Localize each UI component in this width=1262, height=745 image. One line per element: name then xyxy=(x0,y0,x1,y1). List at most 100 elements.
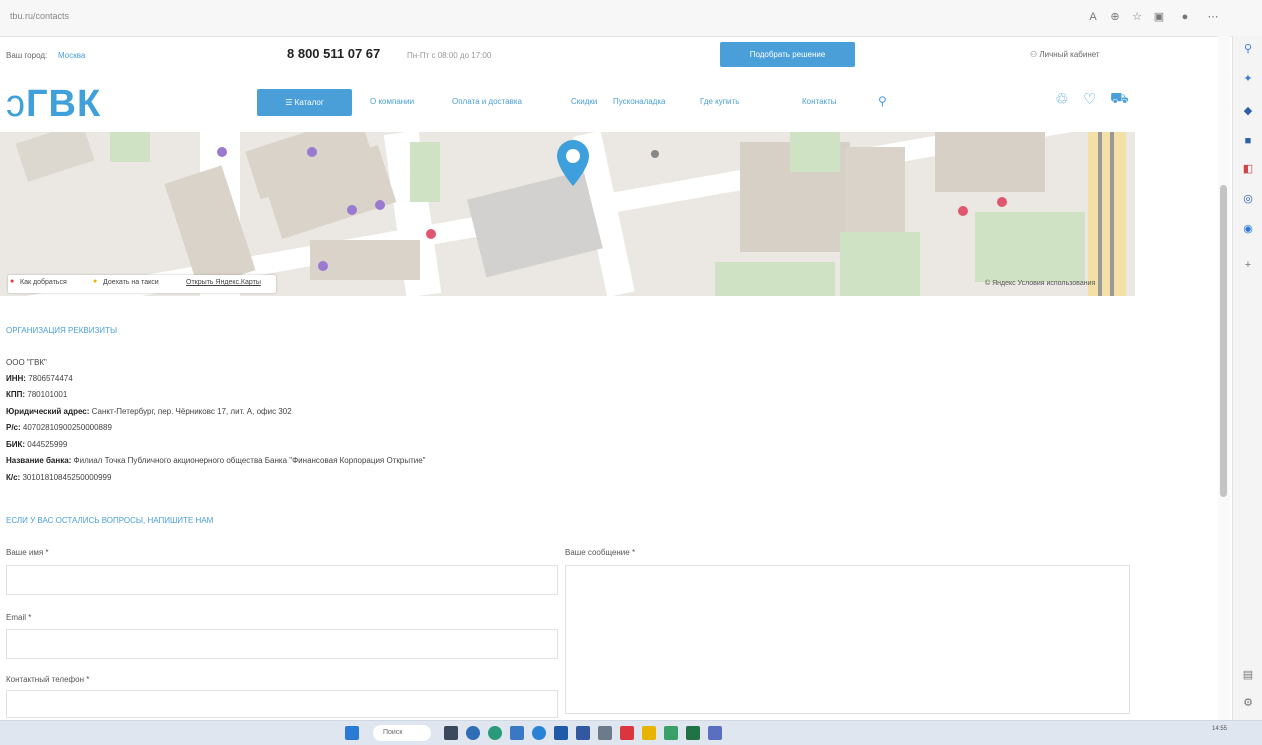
requisite-line: ООО "ГВК" xyxy=(6,358,47,367)
site-logo[interactable]: ↄГВК xyxy=(6,84,101,124)
start-icon[interactable] xyxy=(345,726,359,740)
requisite-value: 780101001 xyxy=(27,390,68,399)
nav-payment-delivery[interactable]: Оплата и доставка xyxy=(452,97,522,106)
sidebar-layout-icon[interactable]: ▤ xyxy=(1241,668,1255,682)
add-icon[interactable]: + xyxy=(1241,258,1255,272)
office-icon[interactable]: ◎ xyxy=(1241,192,1255,206)
store-icon[interactable] xyxy=(554,726,568,740)
star-icon[interactable]: ☆ xyxy=(1130,10,1144,24)
requisite-label: ИНН: xyxy=(6,374,29,383)
phone-label: Контактный телефон * xyxy=(6,675,90,684)
city-label: Ваш город: xyxy=(6,51,48,60)
translate-icon[interactable]: A xyxy=(1086,10,1100,24)
requisite-line: Р/с: 40702810900250000889 xyxy=(6,423,112,432)
requisite-value: Филиал Точка Публичного акционерного общ… xyxy=(73,456,426,465)
message-label: Ваше сообщение * xyxy=(565,548,636,557)
menu-lines-icon: ☰ xyxy=(285,98,295,107)
form-title: ЕСЛИ У ВАС ОСТАЛИСЬ ВОПРОСЫ, НАПИШИТЕ НА… xyxy=(6,516,214,525)
requisite-label: БИК: xyxy=(6,440,28,449)
collections-icon[interactable]: ▣ xyxy=(1152,10,1166,24)
requisite-line: К/с: 30101810845250000999 xyxy=(6,473,111,482)
phone-number[interactable]: 8 800 511 07 67 xyxy=(287,46,380,61)
app2-icon[interactable] xyxy=(664,726,678,740)
city-selector[interactable]: Москва xyxy=(58,51,85,60)
nav-about[interactable]: О компании xyxy=(370,97,414,106)
logo-text: ГВК xyxy=(26,83,102,125)
requisite-line: КПП: 780101001 xyxy=(6,390,67,399)
tools-icon[interactable]: ■ xyxy=(1241,134,1255,148)
search-icon[interactable]: ⚲ xyxy=(1241,42,1255,56)
favorites-icon[interactable]: ♡ xyxy=(1083,90,1096,108)
chat-icon[interactable] xyxy=(466,726,480,740)
requisite-value: 7806574474 xyxy=(28,374,73,383)
logo-mark-icon: ↄ xyxy=(6,83,26,125)
map-controls: ● Как добраться ● Доехать на такси Откры… xyxy=(8,275,276,293)
browser-sidebar: ⚲ ✦ ◆ ■ ◧ ◎ ◉ + ▤ ⚙ xyxy=(1232,36,1262,720)
open-maps-link[interactable]: Открыть Яндекс.Карты xyxy=(186,279,261,286)
menu-icon[interactable]: ⋯ xyxy=(1206,10,1220,24)
email-label: Email * xyxy=(6,613,32,622)
settings-icon[interactable]: ⚙ xyxy=(1241,696,1255,710)
excel-icon[interactable] xyxy=(686,726,700,740)
requisite-label: Название банка: xyxy=(6,456,74,465)
phone-field[interactable] xyxy=(6,690,558,718)
route-pin-icon: ● xyxy=(10,278,15,285)
requisite-line: Название банка: Филиал Точка Публичного … xyxy=(6,456,425,465)
shopping-icon[interactable]: ◆ xyxy=(1241,104,1255,118)
route-button[interactable]: Как добраться xyxy=(20,279,67,286)
requisite-value: 044525999 xyxy=(27,440,68,449)
requisite-line: Юридический адрес: Санкт-Петербург, пер.… xyxy=(6,407,292,416)
cart-icon[interactable]: ⛟ xyxy=(1110,90,1129,109)
requisite-label: КПП: xyxy=(6,390,28,399)
requisite-label: К/с: xyxy=(6,473,23,482)
requisite-label: Юридический адрес: xyxy=(6,407,92,416)
scrollbar-thumb[interactable] xyxy=(1220,185,1227,497)
cabinet-label: Личный кабинет xyxy=(1039,50,1100,59)
file-icon[interactable] xyxy=(598,726,612,740)
name-label: Ваше имя * xyxy=(6,548,49,557)
word-icon[interactable] xyxy=(576,726,590,740)
name-field[interactable] xyxy=(6,565,558,595)
taxi-icon: ● xyxy=(93,278,98,285)
sparkle-icon[interactable]: ✦ xyxy=(1241,72,1255,86)
nav-discounts[interactable]: Скидки xyxy=(571,97,597,106)
compare-icon[interactable]: ♲ xyxy=(1055,90,1068,108)
message-textarea[interactable] xyxy=(565,565,1130,714)
nav-contacts[interactable]: Контакты xyxy=(802,97,837,106)
nav-commissioning[interactable]: Пусконаладка xyxy=(613,97,665,106)
requisite-value: 30101810845250000999 xyxy=(22,473,112,482)
outlook-icon[interactable]: ◉ xyxy=(1241,222,1255,236)
taskbar-search[interactable]: Поиск xyxy=(373,725,431,741)
url-field[interactable]: tbu.ru/contacts xyxy=(10,11,69,21)
taskbar-clock[interactable]: 14:55 xyxy=(1212,726,1227,732)
edge-icon[interactable] xyxy=(488,726,502,740)
requisite-line: ИНН: 7806574474 xyxy=(6,374,73,383)
profile-icon[interactable]: ● xyxy=(1178,10,1192,24)
yandex-icon[interactable] xyxy=(620,726,634,740)
work-hours: Пн-Пт с 08:00 до 17:00 xyxy=(407,51,492,60)
browser-icon[interactable] xyxy=(532,726,546,740)
search-icon[interactable]: ⚲ xyxy=(878,94,887,108)
catalog-button[interactable]: ☰ Каталог xyxy=(257,89,352,116)
taxi-button[interactable]: Доехать на такси xyxy=(103,279,159,286)
personal-cabinet-link[interactable]: ⚇ Личный кабинет xyxy=(1030,50,1100,59)
email-field[interactable] xyxy=(6,629,558,659)
teams-icon[interactable] xyxy=(708,726,722,740)
folder-icon[interactable] xyxy=(642,726,656,740)
pick-solution-button[interactable]: Подобрать решение xyxy=(720,42,855,67)
zoom-icon[interactable]: ⊕ xyxy=(1108,10,1122,24)
catalog-label: Каталог xyxy=(294,98,324,107)
requisite-label: Р/с: xyxy=(6,423,23,432)
app-icon[interactable] xyxy=(510,726,524,740)
map-canvas xyxy=(0,132,1135,296)
requisite-value: Санкт-Петербург, пер. Чёрниковс 17, лит.… xyxy=(91,407,292,416)
map-copyright[interactable]: © Яндекс Условия использования xyxy=(985,280,1095,287)
requisites-title: ОРГАНИЗАЦИЯ РЕКВИЗИТЫ xyxy=(6,326,118,335)
user-icon: ⚇ xyxy=(1030,50,1040,59)
games-icon[interactable]: ◧ xyxy=(1241,162,1255,176)
location-map[interactable] xyxy=(0,132,1135,296)
requisite-line: БИК: 044525999 xyxy=(6,440,67,449)
nav-where-to-buy[interactable]: Где купить xyxy=(700,97,739,106)
requisite-value: ООО "ГВК" xyxy=(6,358,47,367)
task-view-icon[interactable] xyxy=(444,726,458,740)
